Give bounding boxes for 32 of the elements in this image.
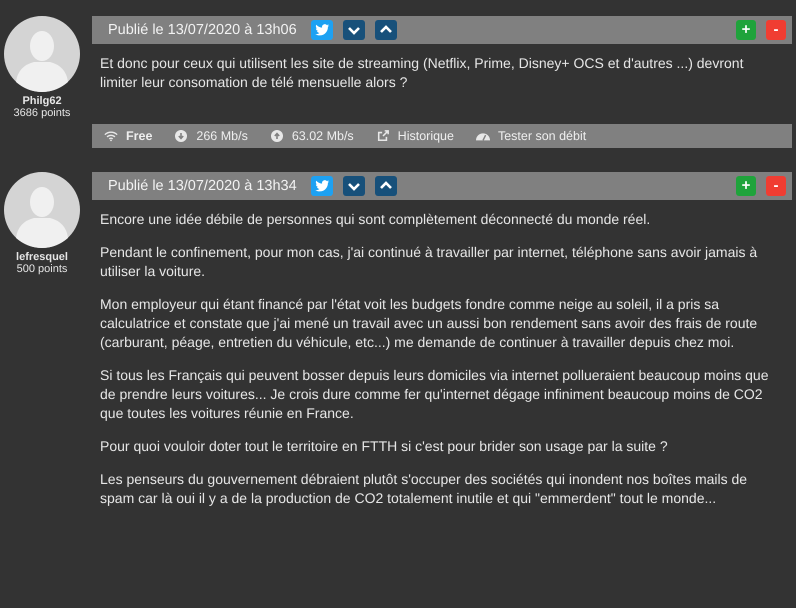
twitter-bird-icon[interactable] xyxy=(310,20,333,40)
downvote-button[interactable]: - xyxy=(766,176,786,196)
chevron-down-icon[interactable] xyxy=(342,176,365,196)
upvote-button[interactable]: + xyxy=(736,20,756,40)
author-name[interactable]: Philg62 xyxy=(22,95,62,107)
twitter-bird-icon[interactable] xyxy=(310,176,333,196)
speed-test-link[interactable]: Tester son débit xyxy=(498,129,586,143)
comment-paragraph: Pour quoi vouloir doter tout le territoire en FTTH si c'est pour brider son usage par la suite ? xyxy=(100,437,669,456)
comment-paragraph: Si tous les Français qui peuvent bosser depuis leurs domiciles via internet pollueraient beaucoup moins que de prendre leurs voitures... Je crois dure comme fer qu'internet dégage infiniment beaucoup moins de CO2 que toutes les voitures réunie en France. xyxy=(100,366,770,423)
author-points: 3686 points xyxy=(14,107,70,119)
author-name[interactable]: lefresquel xyxy=(16,251,68,263)
downvote-button[interactable]: - xyxy=(766,20,786,40)
download-speed: 266 Mb/s xyxy=(196,129,248,143)
upload-speed: 63.02 Mb/s xyxy=(292,129,354,143)
chevron-down-icon[interactable] xyxy=(342,20,365,40)
comment-paragraph: Mon employeur qui étant financé par l'état voit les budgets fondre comme neige au soleil, il a pris sa calculatrice et constate que j'ai mené un travail avec un aussi bon rendement sans avoir des frais de route (carburant, péage, entretien du véhicule, etc...) me demande de continuer à travailler depuis chez moi. xyxy=(100,295,758,352)
avatar-icon xyxy=(4,16,80,92)
comment-paragraph: Encore une idée débile de personnes qui sont complètement déconnecté du monde réel. xyxy=(100,210,652,229)
avatar-icon xyxy=(4,172,80,248)
comment-paragraph: Et donc pour ceux qui utilisent les site de streaming (Netflix, Prime, Disney+ OCS et d'autres ...) devront limiter leur consomation de télé mensuelle alors ? xyxy=(100,54,744,92)
upvote-button[interactable]: + xyxy=(736,176,756,196)
publish-date: Publié le 13/07/2020 à 13h06 xyxy=(108,22,297,38)
provider-name: Free xyxy=(126,129,152,143)
author-points: 500 points xyxy=(16,263,68,275)
comment-paragraph: Pendant le confinement, pour mon cas, j'ai continué à travailler par internet, téléphone sans avoir jamais à utiliser la voiture. xyxy=(100,243,758,281)
publish-date: Publié le 13/07/2020 à 13h34 xyxy=(108,178,297,194)
chevron-up-icon[interactable] xyxy=(374,176,397,196)
external-link-icon xyxy=(376,130,390,142)
chevron-up-icon[interactable] xyxy=(374,20,397,40)
wifi-icon xyxy=(104,130,118,142)
history-link[interactable]: Historique xyxy=(398,129,454,143)
comment-paragraph: Les penseurs du gouvernement débraient plutôt s'occuper des sociétés qui inondent nos boîtes mails de spam car là oui il y a de la production de CO2 totalement inutile et qui "emmerdent" tout le monde... xyxy=(100,470,748,508)
